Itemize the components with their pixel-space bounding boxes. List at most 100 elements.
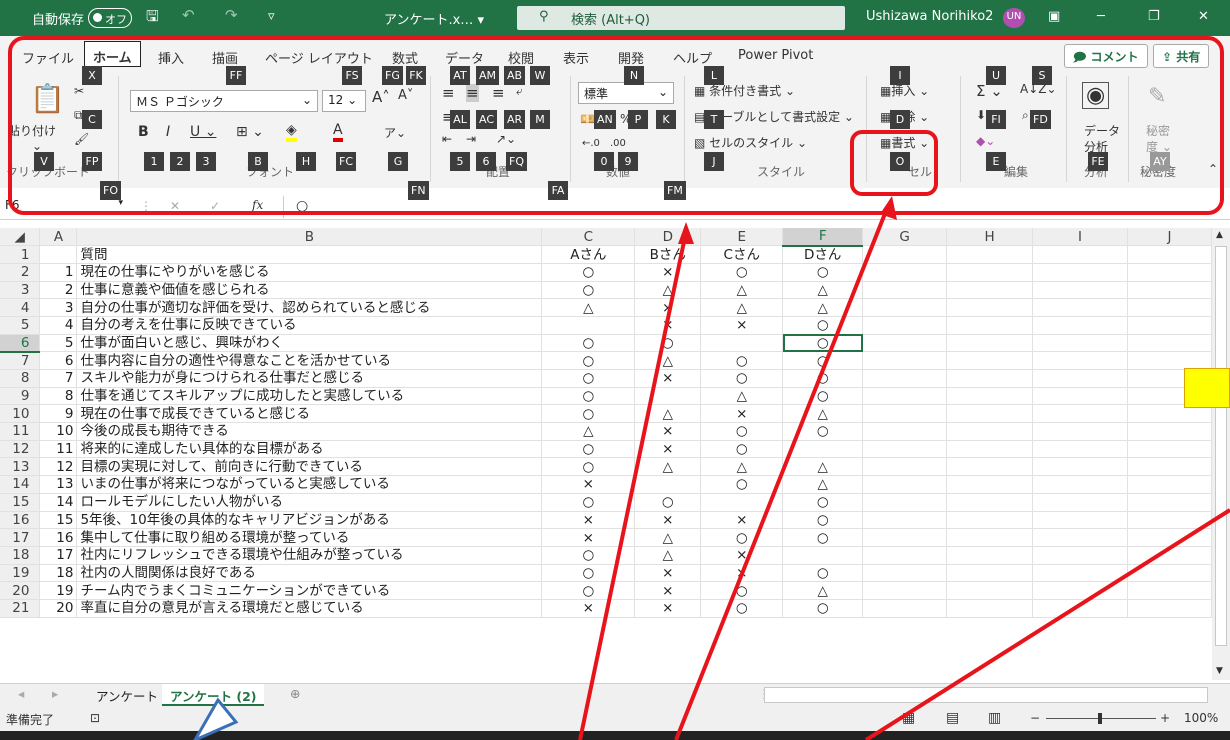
vertical-scrollbar[interactable]: ▲ ▼ [1212, 228, 1230, 680]
tab-help[interactable]: ヘルプ [673, 48, 712, 67]
question-number[interactable]: 12 [39, 457, 78, 477]
cell[interactable] [1032, 564, 1128, 583]
tab-home[interactable]: ホーム [84, 41, 141, 67]
cell[interactable] [1127, 599, 1212, 618]
answer-cell[interactable]: ○ [541, 404, 636, 424]
question-text[interactable]: チーム内でうまくコミュニケーションができている [76, 581, 543, 600]
row-header[interactable]: 2 [0, 263, 41, 282]
close-icon[interactable]: ✕ [1198, 9, 1209, 24]
answer-cell[interactable]: × [541, 511, 636, 530]
qat-customize-icon[interactable]: ▿ [268, 9, 275, 24]
add-sheet-icon[interactable]: ⊕ [282, 684, 308, 706]
answer-cell[interactable]: ○ [541, 493, 636, 512]
cell[interactable] [862, 422, 948, 441]
answer-cell[interactable]: × [700, 546, 784, 565]
answer-cell[interactable]: △ [782, 404, 864, 424]
answer-cell[interactable]: ○ [634, 334, 702, 353]
answer-cell[interactable]: ○ [782, 316, 864, 335]
cell[interactable] [1032, 422, 1128, 441]
row-header[interactable]: 1 [0, 245, 41, 264]
answer-cell[interactable]: ○ [782, 263, 864, 282]
col-header-e[interactable]: E [700, 228, 784, 247]
cell[interactable] [1032, 404, 1128, 424]
decrease-decimal-icon[interactable]: .00 [610, 138, 626, 149]
comment-button[interactable]: 🗩 コメント [1064, 44, 1148, 68]
answer-cell[interactable]: × [634, 369, 702, 388]
cell[interactable] [946, 281, 1034, 300]
cell[interactable] [946, 599, 1034, 618]
col-header-c[interactable]: C [541, 228, 636, 247]
cell[interactable] [1032, 351, 1128, 370]
answer-cell[interactable]: ○ [782, 369, 864, 388]
answer-cell[interactable]: △ [634, 281, 702, 300]
answer-cell[interactable]: × [634, 599, 702, 618]
answer-cell[interactable]: ○ [541, 564, 636, 583]
answer-cell[interactable]: △ [782, 457, 864, 477]
font-size-select[interactable]: 12 ⌄ [322, 90, 366, 112]
row-header[interactable]: 17 [0, 528, 41, 547]
answer-cell[interactable] [782, 546, 864, 565]
cell[interactable] [1127, 440, 1212, 459]
answer-cell[interactable]: ○ [541, 457, 636, 477]
question-text[interactable]: いまの仕事が将来につながっていると実感している [76, 475, 543, 494]
cell[interactable] [946, 334, 1034, 353]
question-number[interactable]: 3 [39, 298, 78, 317]
cell[interactable] [946, 475, 1034, 494]
answer-cell[interactable]: ○ [541, 546, 636, 565]
col-header-g[interactable]: G [862, 228, 948, 247]
font-name-select[interactable]: ＭＳ Ｐゴシック ⌄ [130, 90, 318, 112]
align-middle-icon[interactable]: ≡ [466, 84, 479, 102]
tab-power-pivot[interactable]: Power Pivot [738, 48, 813, 63]
align-bottom-icon[interactable]: ≡ [492, 84, 505, 102]
cell[interactable] [1127, 263, 1212, 282]
answer-cell[interactable]: × [634, 263, 702, 282]
cell[interactable] [862, 316, 948, 335]
answer-cell[interactable]: × [634, 298, 702, 317]
normal-view-icon[interactable]: ▦ [902, 710, 915, 726]
cell[interactable] [862, 281, 948, 300]
cell[interactable] [1127, 511, 1212, 530]
row-header[interactable]: 6 [0, 334, 41, 353]
cell[interactable] [946, 263, 1034, 282]
wrap-text-icon[interactable]: ⤶ [516, 84, 523, 99]
respondent-header[interactable]: Dさん [782, 245, 864, 264]
tab-page-layout[interactable]: ページ レイアウト [265, 48, 373, 67]
question-text[interactable]: 仕事が面白いと感じ、興味がわく [76, 334, 543, 353]
cell[interactable] [946, 298, 1034, 317]
question-number[interactable]: 14 [39, 493, 78, 512]
redo-icon[interactable]: ↷ [225, 6, 238, 24]
question-text[interactable]: 自分の考えを仕事に反映できている [76, 316, 543, 335]
answer-cell[interactable]: × [541, 475, 636, 494]
question-number[interactable]: 6 [39, 351, 78, 370]
sensitivity-label-1[interactable]: 秘密 [1146, 122, 1170, 139]
underline-button[interactable]: U ⌄ [190, 124, 216, 140]
question-number[interactable]: 4 [39, 316, 78, 335]
respondent-header[interactable]: Aさん [541, 245, 636, 264]
answer-cell[interactable]: ○ [700, 528, 784, 547]
answer-cell[interactable]: ○ [541, 263, 636, 282]
fx-button[interactable]: fx [252, 198, 263, 212]
row-header[interactable]: 14 [0, 475, 41, 494]
answer-cell[interactable]: ○ [700, 581, 784, 600]
answer-cell[interactable]: △ [782, 581, 864, 600]
orientation-icon[interactable]: ↗⌄ [496, 132, 516, 146]
tab-draw[interactable]: 描画 [212, 48, 238, 67]
answer-cell[interactable]: ○ [541, 440, 636, 459]
cell[interactable] [1127, 493, 1212, 512]
cell[interactable] [946, 546, 1034, 565]
cell[interactable] [1032, 316, 1128, 335]
question-number[interactable]: 20 [39, 599, 78, 618]
zoom-level[interactable]: 100% [1184, 711, 1218, 725]
col-header-d[interactable]: D [634, 228, 702, 247]
cell[interactable] [946, 511, 1034, 530]
cell[interactable] [862, 475, 948, 494]
cell[interactable] [862, 528, 948, 547]
col-header-h[interactable]: H [946, 228, 1034, 247]
question-number[interactable]: 8 [39, 387, 78, 406]
cell[interactable] [1032, 493, 1128, 512]
answer-cell[interactable] [541, 316, 636, 335]
cell[interactable] [1032, 599, 1128, 618]
chevron-down-icon[interactable]: ⌄ [32, 139, 42, 153]
answer-cell[interactable]: △ [700, 298, 784, 317]
answer-cell[interactable]: △ [700, 387, 784, 406]
